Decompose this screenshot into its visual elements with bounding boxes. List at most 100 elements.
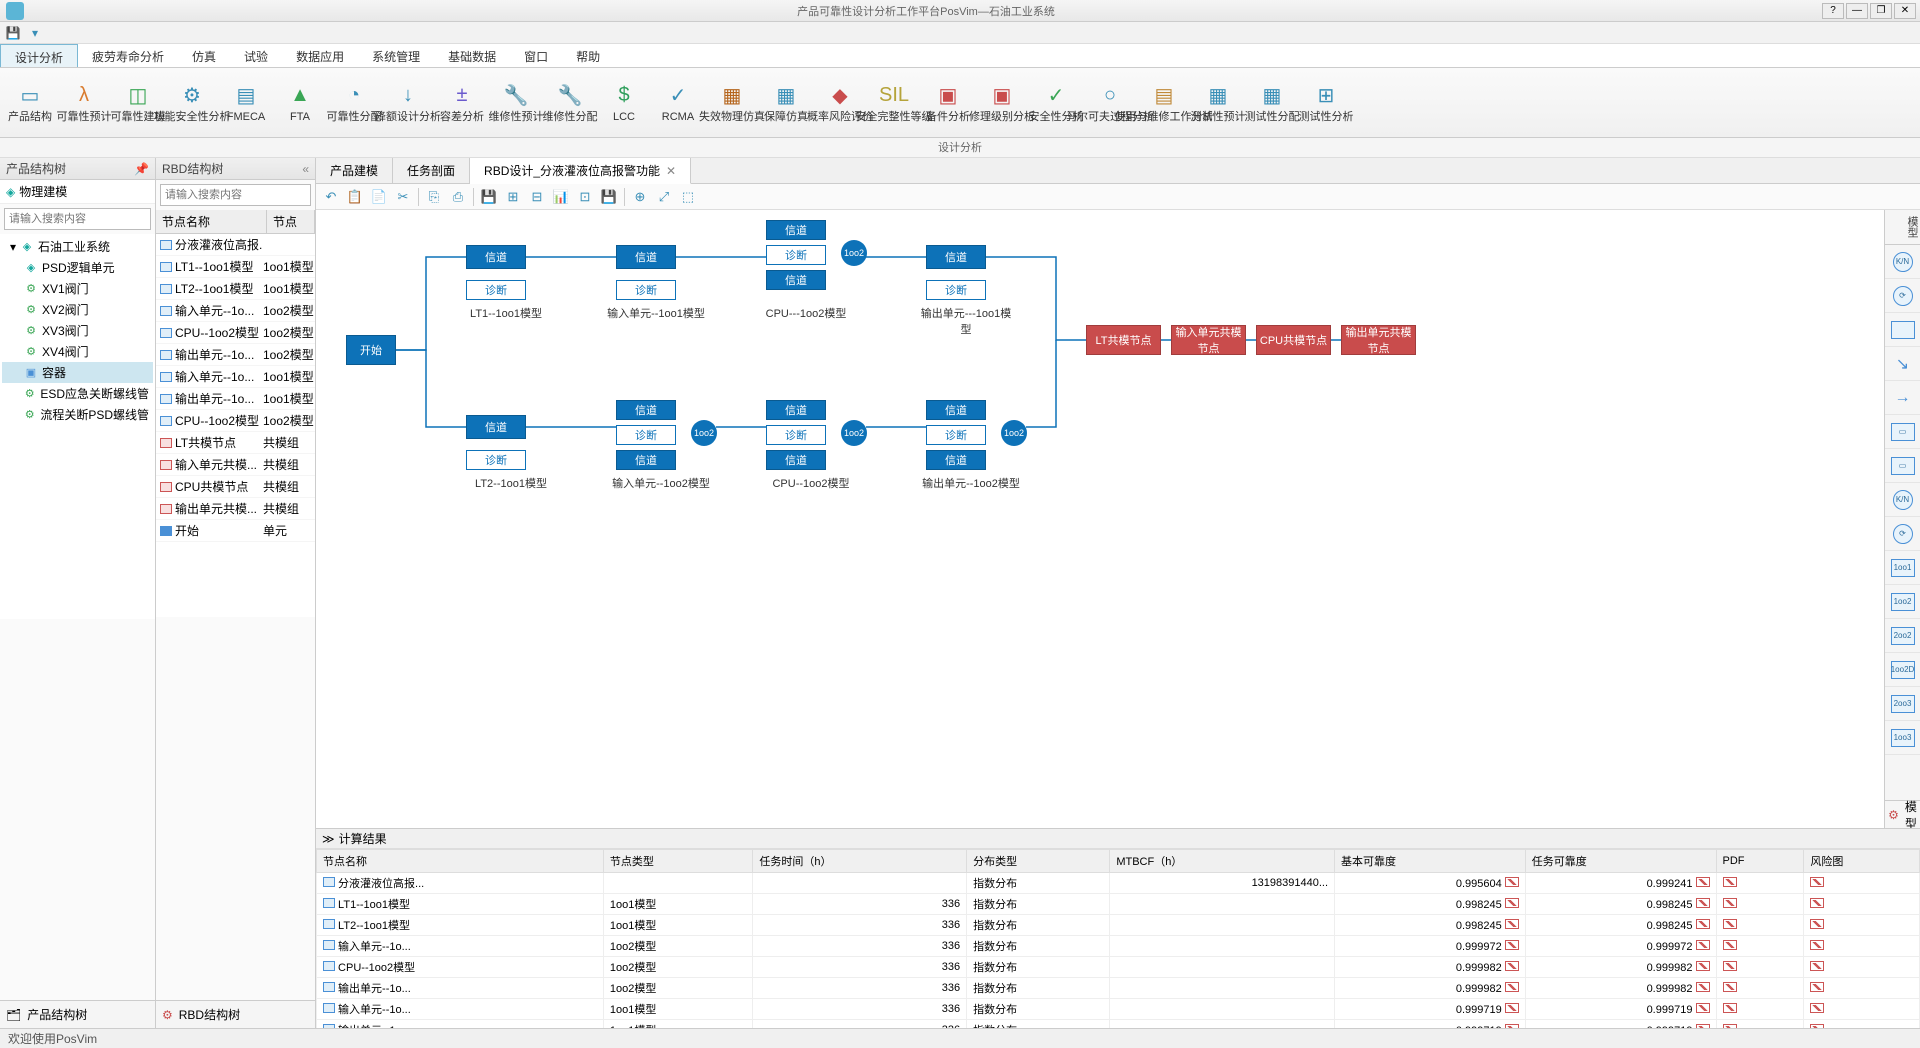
document-tab[interactable]: RBD设计_分液灌液位高报警功能✕ — [470, 158, 691, 184]
toolbox-item[interactable]: 1oo3 — [1885, 721, 1920, 755]
table-row[interactable]: CPU--1oo2模型1oo2模型336指数分布0.999982 0.99998… — [317, 957, 1920, 978]
tree-row[interactable]: LT共模节点共模组 — [156, 432, 315, 454]
toolbox-item[interactable]: ▭ — [1885, 415, 1920, 449]
diag-node[interactable]: 诊断 — [466, 280, 526, 300]
column-header[interactable]: 节点类型 — [603, 850, 752, 873]
toolbox-item[interactable]: 1oo1 — [1885, 551, 1920, 585]
chart-icon[interactable] — [1810, 919, 1824, 929]
menu-item[interactable]: 疲劳寿命分析 — [78, 44, 178, 67]
ccf-node[interactable]: LT共模节点 — [1086, 325, 1161, 355]
chart-icon[interactable] — [1810, 898, 1824, 908]
column-header[interactable]: 风险图 — [1804, 850, 1920, 873]
search-input[interactable] — [4, 208, 151, 230]
menu-item[interactable]: 设计分析 — [0, 44, 78, 67]
chart-icon[interactable] — [1505, 898, 1519, 908]
tree-row[interactable]: 输出单元共模...共模组 — [156, 498, 315, 520]
toolbar-button[interactable]: ⎘ — [423, 186, 445, 208]
pin-icon[interactable]: 📌 — [134, 162, 149, 176]
toolbox-item[interactable]: 1oo2D — [1885, 653, 1920, 687]
tree-node[interactable]: ▣容器 — [2, 362, 153, 383]
ribbon-button[interactable]: 🔧维修性分配 — [544, 70, 596, 135]
diag-node[interactable]: 诊断 — [766, 425, 826, 445]
ribbon-button[interactable]: ▲FTA — [274, 70, 326, 135]
table-row[interactable]: 分液灌液位高报...指数分布13198391440...0.995604 0.9… — [317, 873, 1920, 894]
toolbar-button[interactable]: ⬚ — [677, 186, 699, 208]
channel-node[interactable]: 信道 — [466, 415, 526, 439]
menu-item[interactable]: 数据应用 — [282, 44, 358, 67]
tree-row[interactable]: 分液灌液位高报... — [156, 234, 315, 256]
chart-icon[interactable] — [1810, 961, 1824, 971]
ribbon-button[interactable]: ▤使用与维修工作分析 — [1138, 70, 1190, 135]
tree-row[interactable]: 开始单元 — [156, 520, 315, 542]
collapse-icon[interactable]: ≫ — [322, 832, 335, 846]
panel-footer-tab[interactable]: ⚙ RBD结构树 — [156, 1000, 315, 1028]
table-row[interactable]: 输入单元--1o...1oo1模型336指数分布0.999719 0.99971… — [317, 999, 1920, 1020]
tree-node[interactable]: ▾◈石油工业系统 — [2, 236, 153, 257]
toolbar-button[interactable]: 📄 — [368, 186, 390, 208]
chart-icon[interactable] — [1696, 982, 1710, 992]
minimize-button[interactable]: — — [1846, 3, 1868, 19]
column-header[interactable]: PDF — [1716, 850, 1804, 873]
toolbar-button[interactable]: ⎙ — [447, 186, 469, 208]
channel-node[interactable]: 信道 — [926, 245, 986, 269]
channel-node[interactable]: 信道 — [766, 270, 826, 290]
tree-row[interactable]: 输入单元--1o...1oo2模型 — [156, 300, 315, 322]
chart-icon[interactable] — [1696, 940, 1710, 950]
toolbox-item[interactable]: 2oo2 — [1885, 619, 1920, 653]
toolbar-button[interactable]: 💾 — [598, 186, 620, 208]
tree-node[interactable]: ⚙流程关断PSD螺线管 — [2, 404, 153, 425]
ribbon-button[interactable]: λ可靠性预计 — [58, 70, 110, 135]
document-tab[interactable]: 产品建模 — [316, 158, 393, 183]
gate-node[interactable]: 1oo2 — [841, 240, 867, 266]
ribbon-button[interactable]: ▣备件分析 — [922, 70, 974, 135]
ribbon-button[interactable]: ⚙功能安全性分析 — [166, 70, 218, 135]
channel-node[interactable]: 信道 — [926, 450, 986, 470]
chart-icon[interactable] — [1505, 961, 1519, 971]
start-node[interactable]: 开始 — [346, 335, 396, 365]
save-icon[interactable]: 💾 — [4, 24, 22, 42]
column-header[interactable]: 节点名称 — [317, 850, 604, 873]
diag-node[interactable]: 诊断 — [926, 280, 986, 300]
menu-item[interactable]: 窗口 — [510, 44, 562, 67]
tree-node[interactable]: ⚙XV3阀门 — [2, 320, 153, 341]
qat-dropdown-icon[interactable]: ▾ — [26, 24, 44, 42]
chart-icon[interactable] — [1505, 940, 1519, 950]
table-row[interactable]: LT2--1oo1模型1oo1模型336指数分布0.998245 0.99824… — [317, 915, 1920, 936]
diag-node[interactable]: 诊断 — [466, 450, 526, 470]
chart-icon[interactable] — [1505, 1003, 1519, 1013]
ccf-node[interactable]: 输入单元共模节点 — [1171, 325, 1246, 355]
menu-item[interactable]: 试验 — [230, 44, 282, 67]
toolbar-button[interactable]: ↶ — [320, 186, 342, 208]
channel-node[interactable]: 信道 — [766, 220, 826, 240]
channel-node[interactable]: 信道 — [926, 400, 986, 420]
toolbox-item[interactable]: → — [1885, 381, 1920, 415]
toolbox-item[interactable]: ⟳ — [1885, 517, 1920, 551]
toolbar-button[interactable]: ✂ — [392, 186, 414, 208]
ribbon-button[interactable]: ↓降额设计分析 — [382, 70, 434, 135]
panel-footer-tab[interactable]: 🗂 产品结构树 — [0, 1000, 155, 1028]
restore-button[interactable]: ❐ — [1870, 3, 1892, 19]
channel-node[interactable]: 信道 — [616, 400, 676, 420]
tree-node[interactable]: ⚙ESD应急关断螺线管 — [2, 383, 153, 404]
diagram-canvas[interactable]: 开始信道诊断LT1--1oo1模型信道诊断输入单元--1oo1模型信道诊断信道1… — [316, 210, 1884, 828]
column-header[interactable]: 任务时间（h） — [753, 850, 967, 873]
toolbox-item[interactable]: ▭ — [1885, 449, 1920, 483]
search-input[interactable] — [160, 184, 311, 206]
toolbar-button[interactable]: 📋 — [344, 186, 366, 208]
tree-node[interactable]: ⚙XV4阀门 — [2, 341, 153, 362]
tree-node[interactable]: ⚙XV1阀门 — [2, 278, 153, 299]
menu-item[interactable]: 基础数据 — [434, 44, 510, 67]
toolbox-item[interactable]: K/N — [1885, 245, 1920, 279]
chart-icon[interactable] — [1505, 919, 1519, 929]
channel-node[interactable]: 信道 — [466, 245, 526, 269]
toolbar-button[interactable]: 📊 — [550, 186, 572, 208]
ribbon-button[interactable]: ◔可靠性分配 — [328, 70, 380, 135]
chart-icon[interactable] — [1696, 1003, 1710, 1013]
ccf-node[interactable]: 输出单元共模节点 — [1341, 325, 1416, 355]
toolbox-item[interactable]: 2oo3 — [1885, 687, 1920, 721]
chart-icon[interactable] — [1696, 898, 1710, 908]
chart-icon[interactable] — [1723, 940, 1737, 950]
diag-node[interactable]: 诊断 — [766, 245, 826, 265]
chart-icon[interactable] — [1505, 982, 1519, 992]
ccf-node[interactable]: CPU共模节点 — [1256, 325, 1331, 355]
